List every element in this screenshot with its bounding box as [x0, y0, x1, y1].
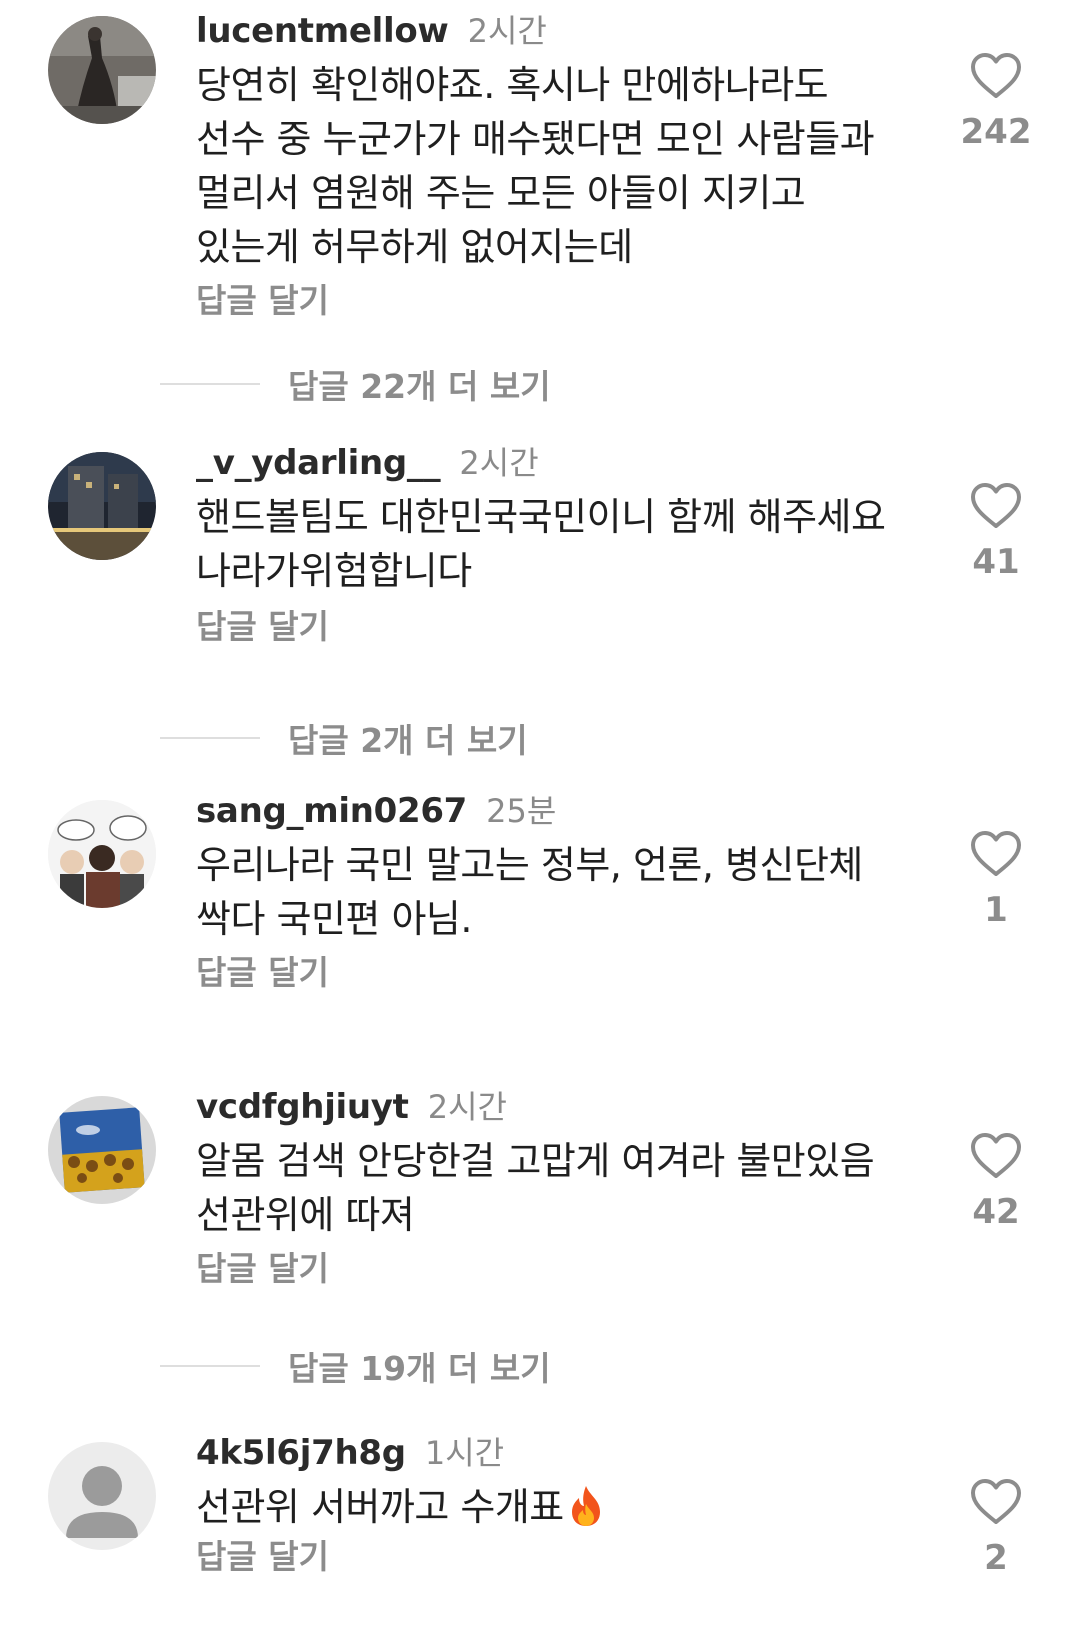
username[interactable]: 4k5l6j7h8g: [196, 1433, 406, 1473]
dark-photo-avatar-icon: [48, 16, 156, 124]
view-more-replies[interactable]: 답글 22개 더 보기: [160, 364, 551, 406]
comment-line: 싹다 국민편 아님.: [196, 897, 472, 941]
divider-line: [160, 383, 260, 385]
comment-line-wrap: 선관위 서버까고 수개표: [196, 1480, 916, 1534]
comment-line: 나라가위험합니다: [196, 549, 472, 593]
heart-icon[interactable]: [970, 1132, 1022, 1180]
view-more-replies-label: 답글 19개 더 보기: [288, 1349, 551, 1388]
heart-icon[interactable]: [970, 52, 1022, 100]
like-count: 41: [972, 542, 1020, 582]
view-more-replies-label: 답글 2개 더 보기: [288, 721, 528, 760]
comment-header: vcdfghjiuyt 2시간: [196, 1082, 507, 1128]
timestamp: 2시간: [467, 12, 547, 50]
timestamp: 2시간: [459, 444, 539, 482]
comment-line: 알몸 검색 안당한걸 고맙게 여겨라 불만있음: [196, 1139, 875, 1183]
cartoon-avatar-icon: [48, 800, 156, 908]
username[interactable]: sang_min0267: [196, 791, 467, 831]
comment-line: 핸드볼팀도 대한민국국민이니 함께 해주세요: [196, 495, 886, 539]
view-more-replies[interactable]: 답글 19개 더 보기: [160, 1346, 551, 1388]
divider-line: [160, 737, 260, 739]
heart-icon[interactable]: [970, 482, 1022, 530]
timestamp: 25분: [486, 792, 557, 830]
default-user-avatar-icon: [48, 1442, 156, 1550]
city-night-avatar-icon: [48, 452, 156, 560]
user-avatar[interactable]: [48, 800, 156, 908]
like-group: 2: [944, 1478, 1048, 1578]
comment-header: _v_ydarling__ 2시간: [196, 438, 539, 484]
comment-line: 선관위에 따져: [196, 1193, 415, 1237]
comment-text: 선관위 서버까고 수개표: [196, 1480, 916, 1534]
user-avatar[interactable]: [48, 452, 156, 560]
user-avatar[interactable]: [48, 1096, 156, 1204]
comment-text: 당연히 확인해야죠. 혹시나 만에하나라도 선수 중 누군가가 매수됐다면 모인…: [196, 58, 916, 274]
username[interactable]: vcdfghjiuyt: [196, 1087, 409, 1127]
comment-text: 우리나라 국민 말고는 정부, 언론, 병신단체 싹다 국민편 아님.: [196, 838, 916, 946]
fire-emoji-icon: [571, 1486, 600, 1526]
timestamp: 1시간: [424, 1434, 505, 1472]
comment-header: lucentmellow 2시간: [196, 6, 547, 52]
username[interactable]: lucentmellow: [196, 11, 449, 51]
reply-button[interactable]: 답글 달기: [196, 1530, 329, 1578]
like-group: 1: [944, 830, 1048, 930]
view-more-replies[interactable]: 답글 2개 더 보기: [160, 718, 528, 760]
like-count: 1: [984, 890, 1008, 930]
timestamp: 2시간: [427, 1088, 507, 1126]
comment-line: 선관위 서버까고 수개표: [196, 1485, 564, 1529]
like-count: 242: [960, 112, 1032, 152]
heart-icon[interactable]: [970, 1478, 1022, 1526]
comment-line: 선수 중 누군가가 매수됐다면 모인 사람들과: [196, 117, 875, 161]
comment-header: 4k5l6j7h8g 1시간: [196, 1428, 504, 1474]
comment-line: 우리나라 국민 말고는 정부, 언론, 병신단체: [196, 843, 863, 887]
heart-icon[interactable]: [970, 830, 1022, 878]
user-avatar[interactable]: [48, 16, 156, 124]
comment-header: sang_min0267 25분: [196, 786, 556, 832]
username[interactable]: _v_ydarling__: [196, 443, 441, 483]
like-count: 42: [972, 1192, 1020, 1232]
reply-button[interactable]: 답글 달기: [196, 274, 329, 322]
reply-button[interactable]: 답글 달기: [196, 600, 329, 648]
view-more-replies-label: 답글 22개 더 보기: [288, 367, 551, 406]
comment-text: 핸드볼팀도 대한민국국민이니 함께 해주세요 나라가위험합니다: [196, 490, 916, 598]
comment-line: 당연히 확인해야죠. 혹시나 만에하나라도: [196, 63, 829, 107]
like-group: 242: [944, 52, 1048, 152]
reply-button[interactable]: 답글 달기: [196, 946, 329, 994]
sunflower-avatar-icon: [48, 1096, 156, 1204]
like-group: 41: [944, 482, 1048, 582]
reply-button[interactable]: 답글 달기: [196, 1242, 329, 1290]
comment-line: 있는게 허무하게 없어지는데: [196, 225, 633, 269]
user-avatar[interactable]: [48, 1442, 156, 1550]
comment-line: 멀리서 염원해 주는 모든 아들이 지키고: [196, 171, 806, 215]
like-count: 2: [984, 1538, 1008, 1578]
comment-text: 알몸 검색 안당한걸 고맙게 여겨라 불만있음 선관위에 따져: [196, 1134, 916, 1242]
like-group: 42: [944, 1132, 1048, 1232]
divider-line: [160, 1365, 260, 1367]
